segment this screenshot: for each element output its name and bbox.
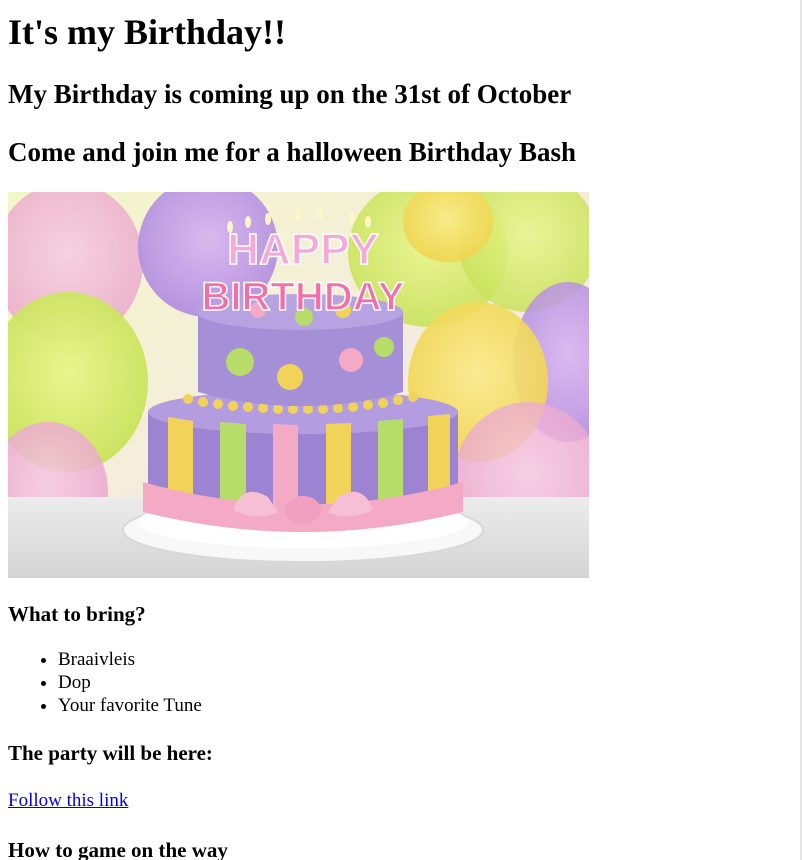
list-item: Dop xyxy=(58,671,792,694)
candle-text-birthday: BIRTHDAY xyxy=(202,275,405,319)
list-item: Braaivleis xyxy=(58,648,792,671)
next-section-heading: How to game on the way xyxy=(8,838,228,860)
content: It's my Birthday!! My Birthday is coming… xyxy=(0,11,800,860)
bring-list: Braaivleis Dop Your favorite Tune xyxy=(8,648,792,717)
location-link[interactable]: Follow this link xyxy=(8,790,128,811)
page-title: It's my Birthday!! xyxy=(8,12,286,52)
birthday-cake-image: HAPPY BIRTHDAY xyxy=(8,192,589,578)
party-location-heading: The party will be here: xyxy=(8,741,213,765)
bring-heading: What to bring? xyxy=(8,602,146,626)
candle-text-happy: HAPPY xyxy=(227,225,379,274)
invite-heading: Come and join me for a halloween Birthda… xyxy=(8,137,577,167)
location-link-paragraph: Follow this link xyxy=(8,789,792,813)
page: It's my Birthday!! My Birthday is coming… xyxy=(0,0,800,860)
birthday-date-heading: My Birthday is coming up on the 31st of … xyxy=(8,79,572,109)
list-item: Your favorite Tune xyxy=(58,694,792,717)
